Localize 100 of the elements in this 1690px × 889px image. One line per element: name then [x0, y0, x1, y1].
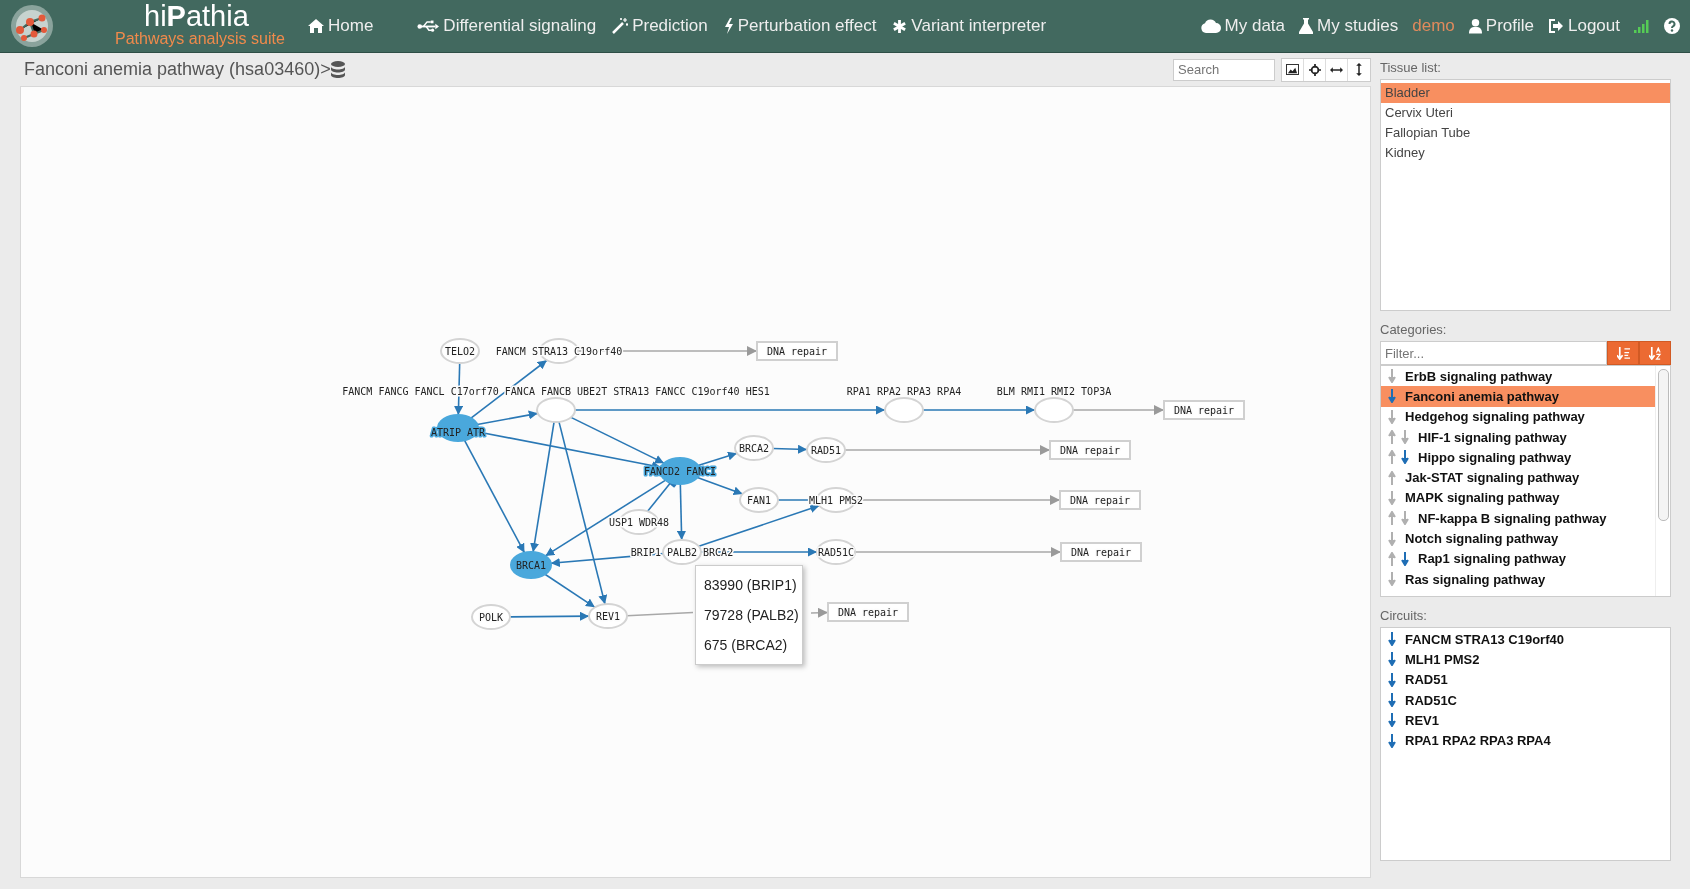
- horizontal-arrows-icon: [1330, 65, 1343, 74]
- sort-icon: [1648, 346, 1662, 360]
- circuit-label: MLH1 PMS2: [1405, 651, 1480, 667]
- category-label: HIF-1 signaling pathway: [1418, 429, 1567, 445]
- vertical-arrows-icon: [1355, 63, 1363, 76]
- filter-field[interactable]: Filter...: [1380, 341, 1607, 365]
- tissue-item[interactable]: Cervix Uteri: [1381, 103, 1670, 123]
- nav-link[interactable]: Differential signaling: [417, 16, 597, 36]
- database-icon: [330, 60, 345, 79]
- function-node[interactable]: DNA repair: [1059, 490, 1141, 510]
- gene-node[interactable]: RPA1 RPA2 RPA3 RPA4: [846, 386, 962, 423]
- search-field[interactable]: Search: [1173, 58, 1275, 81]
- circuit-label: RAD51: [1405, 672, 1448, 688]
- arrow: [810, 607, 829, 618]
- sort-alphabetical-button[interactable]: [1639, 341, 1671, 365]
- usb-icon: [417, 18, 440, 34]
- category-item[interactable]: Rap1 signaling pathway: [1381, 548, 1655, 569]
- tooltip-item: 83990 (BRIP1): [704, 576, 798, 595]
- category-label: NF-kappa B signaling pathway: [1418, 510, 1607, 526]
- category-label: Ras signaling pathway: [1405, 571, 1546, 587]
- app-subtitle: Pathways analysis suite: [115, 30, 285, 48]
- magic-wand-icon: [612, 18, 629, 34]
- crosshair-icon: [1308, 63, 1321, 76]
- circuit-label: REV1: [1405, 712, 1439, 728]
- category-item[interactable]: Notch signaling pathway: [1381, 528, 1655, 549]
- asterisk-icon: [892, 18, 908, 34]
- function-node[interactable]: DNA repair: [1163, 400, 1245, 420]
- circuit-label: FANCM STRA13 C19orf40: [1405, 631, 1564, 647]
- help-icon[interactable]: [1664, 18, 1680, 34]
- category-item[interactable]: ErbB signaling pathway: [1381, 366, 1655, 387]
- gene-node[interactable]: RAD51C: [816, 539, 856, 565]
- arrow: [697, 451, 738, 467]
- user-icon: [1468, 18, 1482, 34]
- category-item[interactable]: MAPK signaling pathway: [1381, 487, 1655, 509]
- flask-icon: [1299, 18, 1314, 34]
- category-label: MAPK signaling pathway: [1405, 490, 1560, 506]
- function-node[interactable]: DNA repair: [1049, 440, 1131, 460]
- gene-node[interactable]: FANCM STRA13 C19orf40: [495, 338, 623, 364]
- gene-node[interactable]: POLK: [471, 604, 511, 630]
- category-item[interactable]: Hedgehog signaling pathway: [1381, 406, 1655, 427]
- category-label: Jak-STAT signaling pathway: [1405, 470, 1580, 486]
- category-label: Fanconi anemia pathway: [1405, 388, 1559, 404]
- logo-icon: [10, 4, 54, 48]
- arrow: [677, 483, 686, 541]
- gene-node[interactable]: TELO2: [440, 338, 480, 364]
- nav-link[interactable]: Logout: [1548, 16, 1620, 36]
- category-item[interactable]: Hippo signaling pathway: [1381, 447, 1655, 468]
- tissue-item[interactable]: Bladder: [1381, 83, 1670, 103]
- category-item[interactable]: HIF-1 signaling pathway: [1381, 426, 1655, 448]
- category-label: Notch signaling pathway: [1405, 531, 1559, 546]
- category-item[interactable]: Ras signaling pathway: [1381, 568, 1655, 590]
- gene-node[interactable]: BLM RMI1 RMI2 TOP3A: [996, 386, 1112, 423]
- gene-node[interactable]: RAD51: [806, 437, 846, 463]
- nav-link[interactable]: Prediction: [612, 16, 708, 36]
- nav-link[interactable]: Variant interpreter: [892, 16, 1047, 36]
- circuit-item[interactable]: RAD51C: [1381, 689, 1670, 711]
- pathway-title: Fanconi anemia pathway (hsa03460)>: [24, 59, 331, 80]
- sort-icon: [1616, 346, 1630, 360]
- gene-node[interactable]: BRCA2: [734, 435, 774, 461]
- edge-line: [626, 611, 694, 617]
- circuit-item[interactable]: FANCM STRA13 C19orf40: [1381, 629, 1670, 650]
- scrollbar-thumb[interactable]: [1657, 369, 1669, 521]
- function-node[interactable]: DNA repair: [827, 602, 909, 622]
- nav-link[interactable]: Perturbation effect: [723, 16, 877, 36]
- tissue-item[interactable]: Kidney: [1381, 143, 1670, 163]
- signal-icon: [1634, 19, 1650, 33]
- categories-label: Categories:: [1380, 321, 1448, 339]
- category-item[interactable]: Jak-STAT signaling pathway: [1381, 467, 1655, 488]
- gene-node[interactable]: FAN1: [739, 487, 779, 513]
- category-label: Hedgehog signaling pathway: [1405, 409, 1585, 425]
- circuit-label: RPA1 RPA2 RPA3 RPA4: [1405, 733, 1551, 749]
- nav-link[interactable]: My studies: [1299, 16, 1399, 36]
- arrow: [772, 444, 808, 454]
- tissue-item[interactable]: Fallopian Tube: [1381, 123, 1670, 143]
- tooltip-item: 675 (BRCA2): [704, 636, 789, 655]
- lightning-icon: [723, 18, 734, 34]
- function-node[interactable]: DNA repair: [756, 341, 838, 361]
- category-item[interactable]: NF-kappa B signaling pathway: [1381, 508, 1655, 529]
- circuits-label: Circuits:: [1380, 607, 1428, 625]
- sort-button[interactable]: [1607, 341, 1639, 365]
- category-item[interactable]: Fanconi anemia pathway: [1381, 386, 1655, 407]
- tooltip-item: 79728 (PALB2): [704, 606, 800, 625]
- circuit-item[interactable]: RPA1 RPA2 RPA3 RPA4: [1381, 730, 1670, 751]
- tissue-list-label: Tissue list:: [1380, 59, 1442, 77]
- home-icon: [308, 18, 324, 34]
- nav-link[interactable]: Profile: [1468, 16, 1534, 36]
- nav-link[interactable]: My data: [1200, 16, 1286, 36]
- app-name: hiPathia: [144, 0, 249, 32]
- circuit-item[interactable]: MLH1 PMS2: [1381, 649, 1670, 670]
- nav-link[interactable]: Home: [308, 16, 374, 36]
- category-label: ErbB signaling pathway: [1405, 368, 1553, 384]
- image-icon: [1286, 64, 1299, 75]
- circuit-item[interactable]: RAD51: [1381, 669, 1670, 690]
- gene-node[interactable]: BRCA1: [510, 551, 552, 579]
- circuit-item[interactable]: REV1: [1381, 710, 1670, 731]
- category-label: Rap1 signaling pathway: [1418, 551, 1567, 567]
- gene-node[interactable]: REV1: [588, 603, 628, 629]
- logout-icon: [1548, 18, 1564, 34]
- cloud-icon: [1200, 19, 1221, 33]
- function-node[interactable]: DNA repair: [1060, 542, 1142, 562]
